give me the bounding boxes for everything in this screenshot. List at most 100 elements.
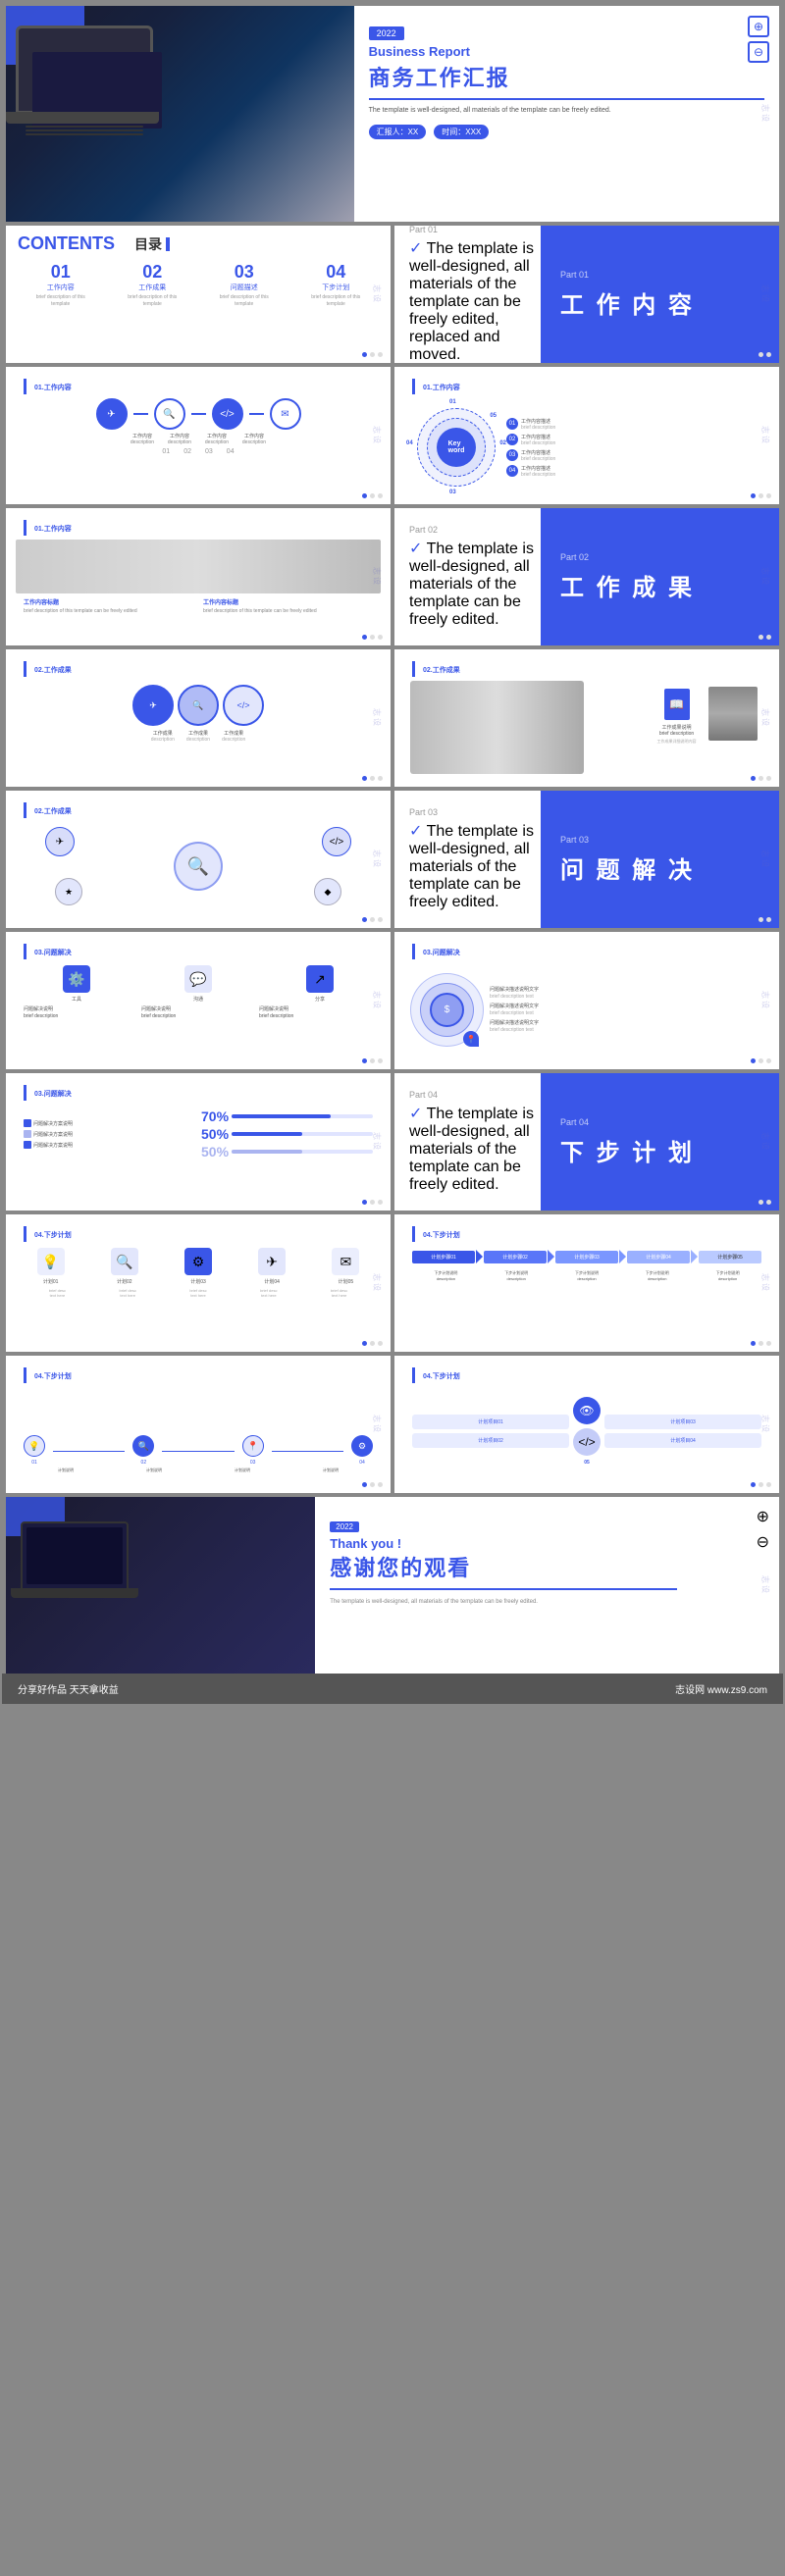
pin-icon: 📍 xyxy=(463,1031,479,1047)
share-icon: ↗ xyxy=(306,965,334,993)
slide-plan-3: 04.下步计划 💡 01 🔍 02 📍 03 xyxy=(6,1356,391,1493)
big-circle-3: </> xyxy=(223,685,264,726)
watermark: 志设 xyxy=(760,567,771,587)
corner-icon-1: ⊕ xyxy=(748,16,769,37)
keyword-center: Keyword xyxy=(437,428,476,467)
slide-contents: CONTENTS 目录 01 工作内容 brief description of… xyxy=(6,226,391,363)
part-num-label: Part 01 xyxy=(409,226,537,234)
part-03-title: 问 题 解 决 xyxy=(560,850,695,885)
slide-cover: ⊕ ⊖ 2022 Business Report 商务工作汇报 The temp… xyxy=(6,6,779,222)
thanks-corner-icon2: ⊖ xyxy=(757,1532,769,1552)
blue-bar xyxy=(166,237,170,251)
watermark: 志设 xyxy=(372,850,383,869)
settings-icon: ⚙ xyxy=(184,1248,212,1275)
section-label-12: 03.问题解决 xyxy=(24,944,373,959)
slide-part-04: Part 04 ✓ The template is well-designed,… xyxy=(394,1073,779,1211)
icon-item-3: ↗ 分享 xyxy=(306,965,334,1003)
big-circle-1: ✈ xyxy=(132,685,174,726)
section-label-17: 04.下步计划 xyxy=(24,1367,373,1383)
watermark: 志设 xyxy=(372,284,383,304)
image-placeholder xyxy=(16,540,381,593)
watermark: 志设 xyxy=(760,1415,771,1434)
part-04-title: 下 步 计 划 xyxy=(560,1133,695,1167)
mulu-label: 目录 xyxy=(134,234,162,254)
circles-row: ✈ 🔍 </> ✉ xyxy=(16,398,381,430)
small-nums: 01 02 03 04 xyxy=(16,448,381,455)
circle-2: 🔍 xyxy=(154,398,185,430)
watermark: 志设 xyxy=(372,1273,383,1293)
slide-work-content-3: 01.工作内容 工作内容标题 brief description of this… xyxy=(6,508,391,645)
eye-icon: 👁 xyxy=(573,1397,601,1424)
part-right-4: Part 04 下 步 计 划 xyxy=(541,1073,779,1211)
big-circle-2: 🔍 xyxy=(178,685,219,726)
section-label-5: 01.工作内容 xyxy=(412,379,761,394)
slide-work-content-2: 01.工作内容 Keyword 01 02 03 04 05 01工 xyxy=(394,367,779,504)
slide-part-03: Part 03 ✓ The template is well-designed,… xyxy=(394,791,779,928)
divider-line xyxy=(369,98,764,100)
section-label-15: 04.下步计划 xyxy=(24,1226,373,1242)
thanks-year: 2022 xyxy=(330,1521,359,1532)
slide-plan-1: 04.下步计划 💡 计划01 🔍 计划02 ⚙ 计划03 ✈ 计划04 xyxy=(6,1214,391,1352)
part-02-title: 工 作 成 果 xyxy=(560,568,695,602)
thanks-cn: 感谢您的观看 xyxy=(330,1551,764,1582)
slide-plan-2: 04.下步计划 计划步骤01 计划步骤02 计划步骤03 计划步骤04 计划步骤… xyxy=(394,1214,779,1352)
plan-icon-2: 🔍 计划02 xyxy=(111,1248,138,1285)
circle-labels: 工作内容description 工作内容description 工作内容desc… xyxy=(16,433,381,446)
cover-left xyxy=(6,6,354,222)
part-sub-text: ✓ The template is well-designed, all mat… xyxy=(409,238,537,363)
thanks-right: ⊕ ⊖ 2022 Thank you ! 感谢您的观看 The template… xyxy=(315,1497,779,1674)
part-left-4: Part 04 ✓ The template is well-designed,… xyxy=(394,1073,549,1211)
year-badge: 2022 xyxy=(369,26,404,40)
slide-work-content-1: 01.工作内容 ✈ 🔍 </> ✉ 工作内容description 工作内容de… xyxy=(6,367,391,504)
circle-3: </> xyxy=(212,398,243,430)
part-left-3: Part 03 ✓ The template is well-designed,… xyxy=(394,791,549,928)
slide-part-01: Part 01 ✓ The template is well-designed,… xyxy=(394,226,779,363)
plan-icon-5: ✉ 计划05 xyxy=(332,1248,359,1285)
contents-title: CONTENTS xyxy=(18,233,115,254)
slide-work-result-2: 02.工作成果 📖 工作成果说明brief description 工作成果详细… xyxy=(394,649,779,787)
watermark: 志设 xyxy=(372,1132,383,1152)
slide-work-result-1: 02.工作成果 ✈ 🔍 </> 工作成果description 工作成果desc… xyxy=(6,649,391,787)
part-desc: The template is well-designed, all mater… xyxy=(409,240,534,363)
circle-4: ✉ xyxy=(270,398,301,430)
icons-grid: ⚙️ 工具 💬 沟通 ↗ 分享 xyxy=(16,965,381,1003)
cover-right: ⊕ ⊖ 2022 Business Report 商务工作汇报 The temp… xyxy=(354,6,779,222)
contents-item-01: 01 工作内容 brief description of thistemplat… xyxy=(18,262,104,307)
dots-indicator-2 xyxy=(751,352,771,357)
part-right-2: Part 02 工 作 成 果 xyxy=(541,508,779,645)
part-right: Part 01 工 作 内 容 xyxy=(541,226,779,363)
watermark: 志设 xyxy=(760,1273,771,1293)
footer-left: 分享好作品 天天拿收益 xyxy=(18,1681,119,1696)
team-diagram: 计划项目01 计划项目02 👁 </> 05 计划项目03 计划项目04 xyxy=(404,1387,769,1475)
slide-problem-3: 03.问题解决 问题解决方案说明 问题解决方案说明 xyxy=(6,1073,391,1211)
thanks-corner-icon: ⊕ xyxy=(757,1507,769,1526)
plan-icon-3: ⚙ 计划03 xyxy=(184,1248,212,1285)
concentric-diagram: $ 📍 xyxy=(410,973,484,1047)
footer-bar: 分享好作品 天天拿收益 志设网 www.zs9.com xyxy=(2,1674,783,1704)
business-cn: 商务工作汇报 xyxy=(369,61,764,92)
section-label-4: 01.工作内容 xyxy=(24,379,373,394)
code-icon: </> xyxy=(573,1428,601,1456)
contents-item-02: 02 工作成果 brief description of thistemplat… xyxy=(110,262,196,307)
full-page: ⊕ ⊖ 2022 Business Report 商务工作汇报 The temp… xyxy=(0,0,785,1706)
icon-item-2: 💬 沟通 xyxy=(184,965,212,1003)
watermark: 志设 xyxy=(760,708,771,728)
result-img-right xyxy=(708,687,758,741)
plan-icons: 💡 计划01 🔍 计划02 ⚙ 计划03 ✈ 计划04 ✉ 计划05 xyxy=(16,1248,381,1285)
section-label-10: 02.工作成果 xyxy=(24,802,373,818)
corner-icon-2: ⊖ xyxy=(748,41,769,63)
cover-subtitle: The template is well-designed, all mater… xyxy=(369,106,764,117)
slide-thanks: ⊕ ⊖ 2022 Thank you ! 感谢您的观看 The template… xyxy=(6,1497,779,1674)
chat-icon: 💬 xyxy=(184,965,212,993)
watermark: 志设 xyxy=(760,1132,771,1152)
watermark: 志设 xyxy=(760,991,771,1010)
circle-1: ✈ xyxy=(96,398,128,430)
slide-part-02: Part 02 ✓ The template is well-designed,… xyxy=(394,508,779,645)
section-label-9: 02.工作成果 xyxy=(412,661,761,677)
section-label-6: 01.工作内容 xyxy=(24,520,373,536)
business-en: Business Report xyxy=(369,44,764,59)
section-label-18: 04.下步计划 xyxy=(412,1367,761,1383)
contents-items: 01 工作内容 brief description of thistemplat… xyxy=(6,258,391,311)
icon-item-1: ⚙️ 工具 xyxy=(63,965,90,1003)
keyword-text-items: 01工作内容描述brief description 02工作内容描述brief … xyxy=(506,418,761,478)
